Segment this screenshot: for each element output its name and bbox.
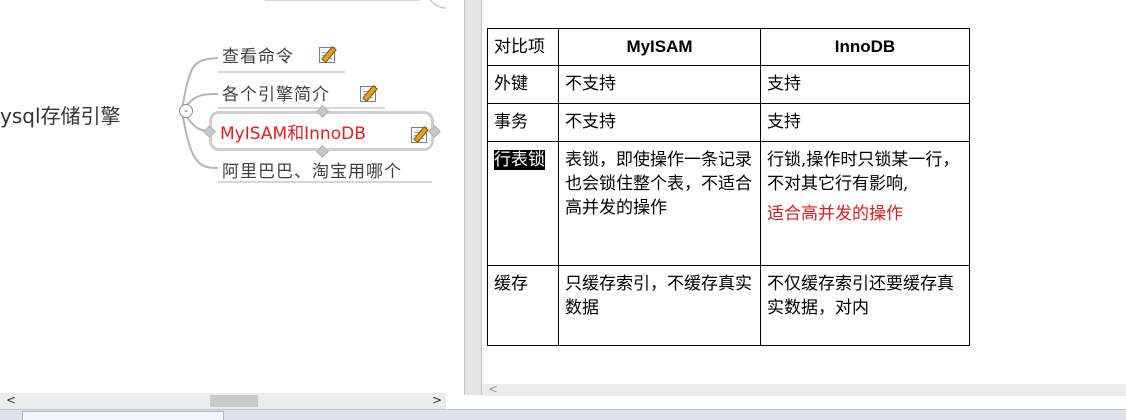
table-cell: 只缓存索引，不缓存真实数据: [558, 265, 761, 346]
table-cell: 支持: [760, 65, 970, 104]
mindmap-node-alibaba[interactable]: 阿里巴巴、淘宝用哪个: [222, 157, 402, 182]
table-row: 行表锁 表锁，即使操作一条记录也会锁住整个表，不适合高并发的操作 行锁,操作时只…: [487, 141, 970, 266]
table-header-cell: MyISAM: [558, 28, 761, 66]
table-row: 外键 不支持 支持: [487, 65, 970, 104]
mindmap-node-engine-intro[interactable]: 各个引擎简介: [222, 80, 330, 105]
cell-text: 行锁,操作时只锁某一行，不对其它行有影响,: [767, 150, 960, 194]
table-cell: 不仅缓存索引还要缓存真实数据，对内: [760, 265, 970, 346]
table-cell: 不支持: [558, 103, 761, 142]
scroll-right-arrow[interactable]: >: [432, 393, 442, 407]
table-row: 事务 不支持 支持: [487, 103, 970, 142]
comparison-table: 对比项 MyISAM InnoDB 外键 不支持 支持 事务 不支持 支持 行表…: [487, 28, 970, 346]
horizontal-scrollbar[interactable]: < >: [0, 393, 446, 409]
table-cell: 不支持: [558, 65, 761, 104]
table-header-cell: 对比项: [487, 28, 559, 66]
note-icon[interactable]: [360, 86, 376, 102]
scroll-left-arrow[interactable]: <: [6, 393, 16, 407]
table-cell: 支持: [760, 103, 970, 142]
table-header-cell: InnoDB: [760, 28, 970, 66]
mindmap-node-myisam-innodb[interactable]: MyISAM和InnoDB: [220, 119, 366, 144]
table-row: 缓存 只缓存索引，不缓存真实数据 不仅缓存索引还要缓存真实数据，对内: [487, 265, 970, 346]
mindmap-node-view-command[interactable]: 查看命令: [222, 42, 294, 67]
table-cell: 外键: [487, 65, 559, 104]
note-icon[interactable]: [411, 127, 427, 143]
table-cell: 缓存: [487, 265, 559, 346]
mindmap-root-node[interactable]: ysql存储引擎: [0, 100, 121, 129]
cell-note-red: 适合高并发的操作: [767, 204, 903, 224]
note-icon[interactable]: [319, 47, 335, 63]
table-cell: 表锁，即使操作一条记录也会锁住整个表，不适合高并发的操作: [558, 141, 761, 266]
horizontal-scrollbar-thumb[interactable]: [210, 395, 258, 407]
table-header-row: 对比项 MyISAM InnoDB: [487, 28, 970, 66]
table-cell: 行锁,操作时只锁某一行，不对其它行有影响, 适合高并发的操作: [760, 141, 970, 266]
highlighted-text: 行表锁: [494, 150, 545, 170]
horizontal-scrollbar[interactable]: <: [482, 382, 1126, 396]
mindmap-pane[interactable]: ysql存储引擎 - 查看命令 各个引擎简介 MyISAM和InnoDB 阿里巴…: [0, 0, 446, 393]
scroll-left-arrow[interactable]: <: [488, 382, 498, 396]
table-cell: 事务: [487, 103, 559, 142]
pane-splitter[interactable]: [464, 0, 482, 395]
notes-document-pane[interactable]: 对比项 MyISAM InnoDB 外键 不支持 支持 事务 不支持 支持 行表…: [482, 0, 1126, 383]
table-cell: 行表锁: [487, 141, 559, 266]
collapse-button[interactable]: -: [179, 104, 193, 118]
